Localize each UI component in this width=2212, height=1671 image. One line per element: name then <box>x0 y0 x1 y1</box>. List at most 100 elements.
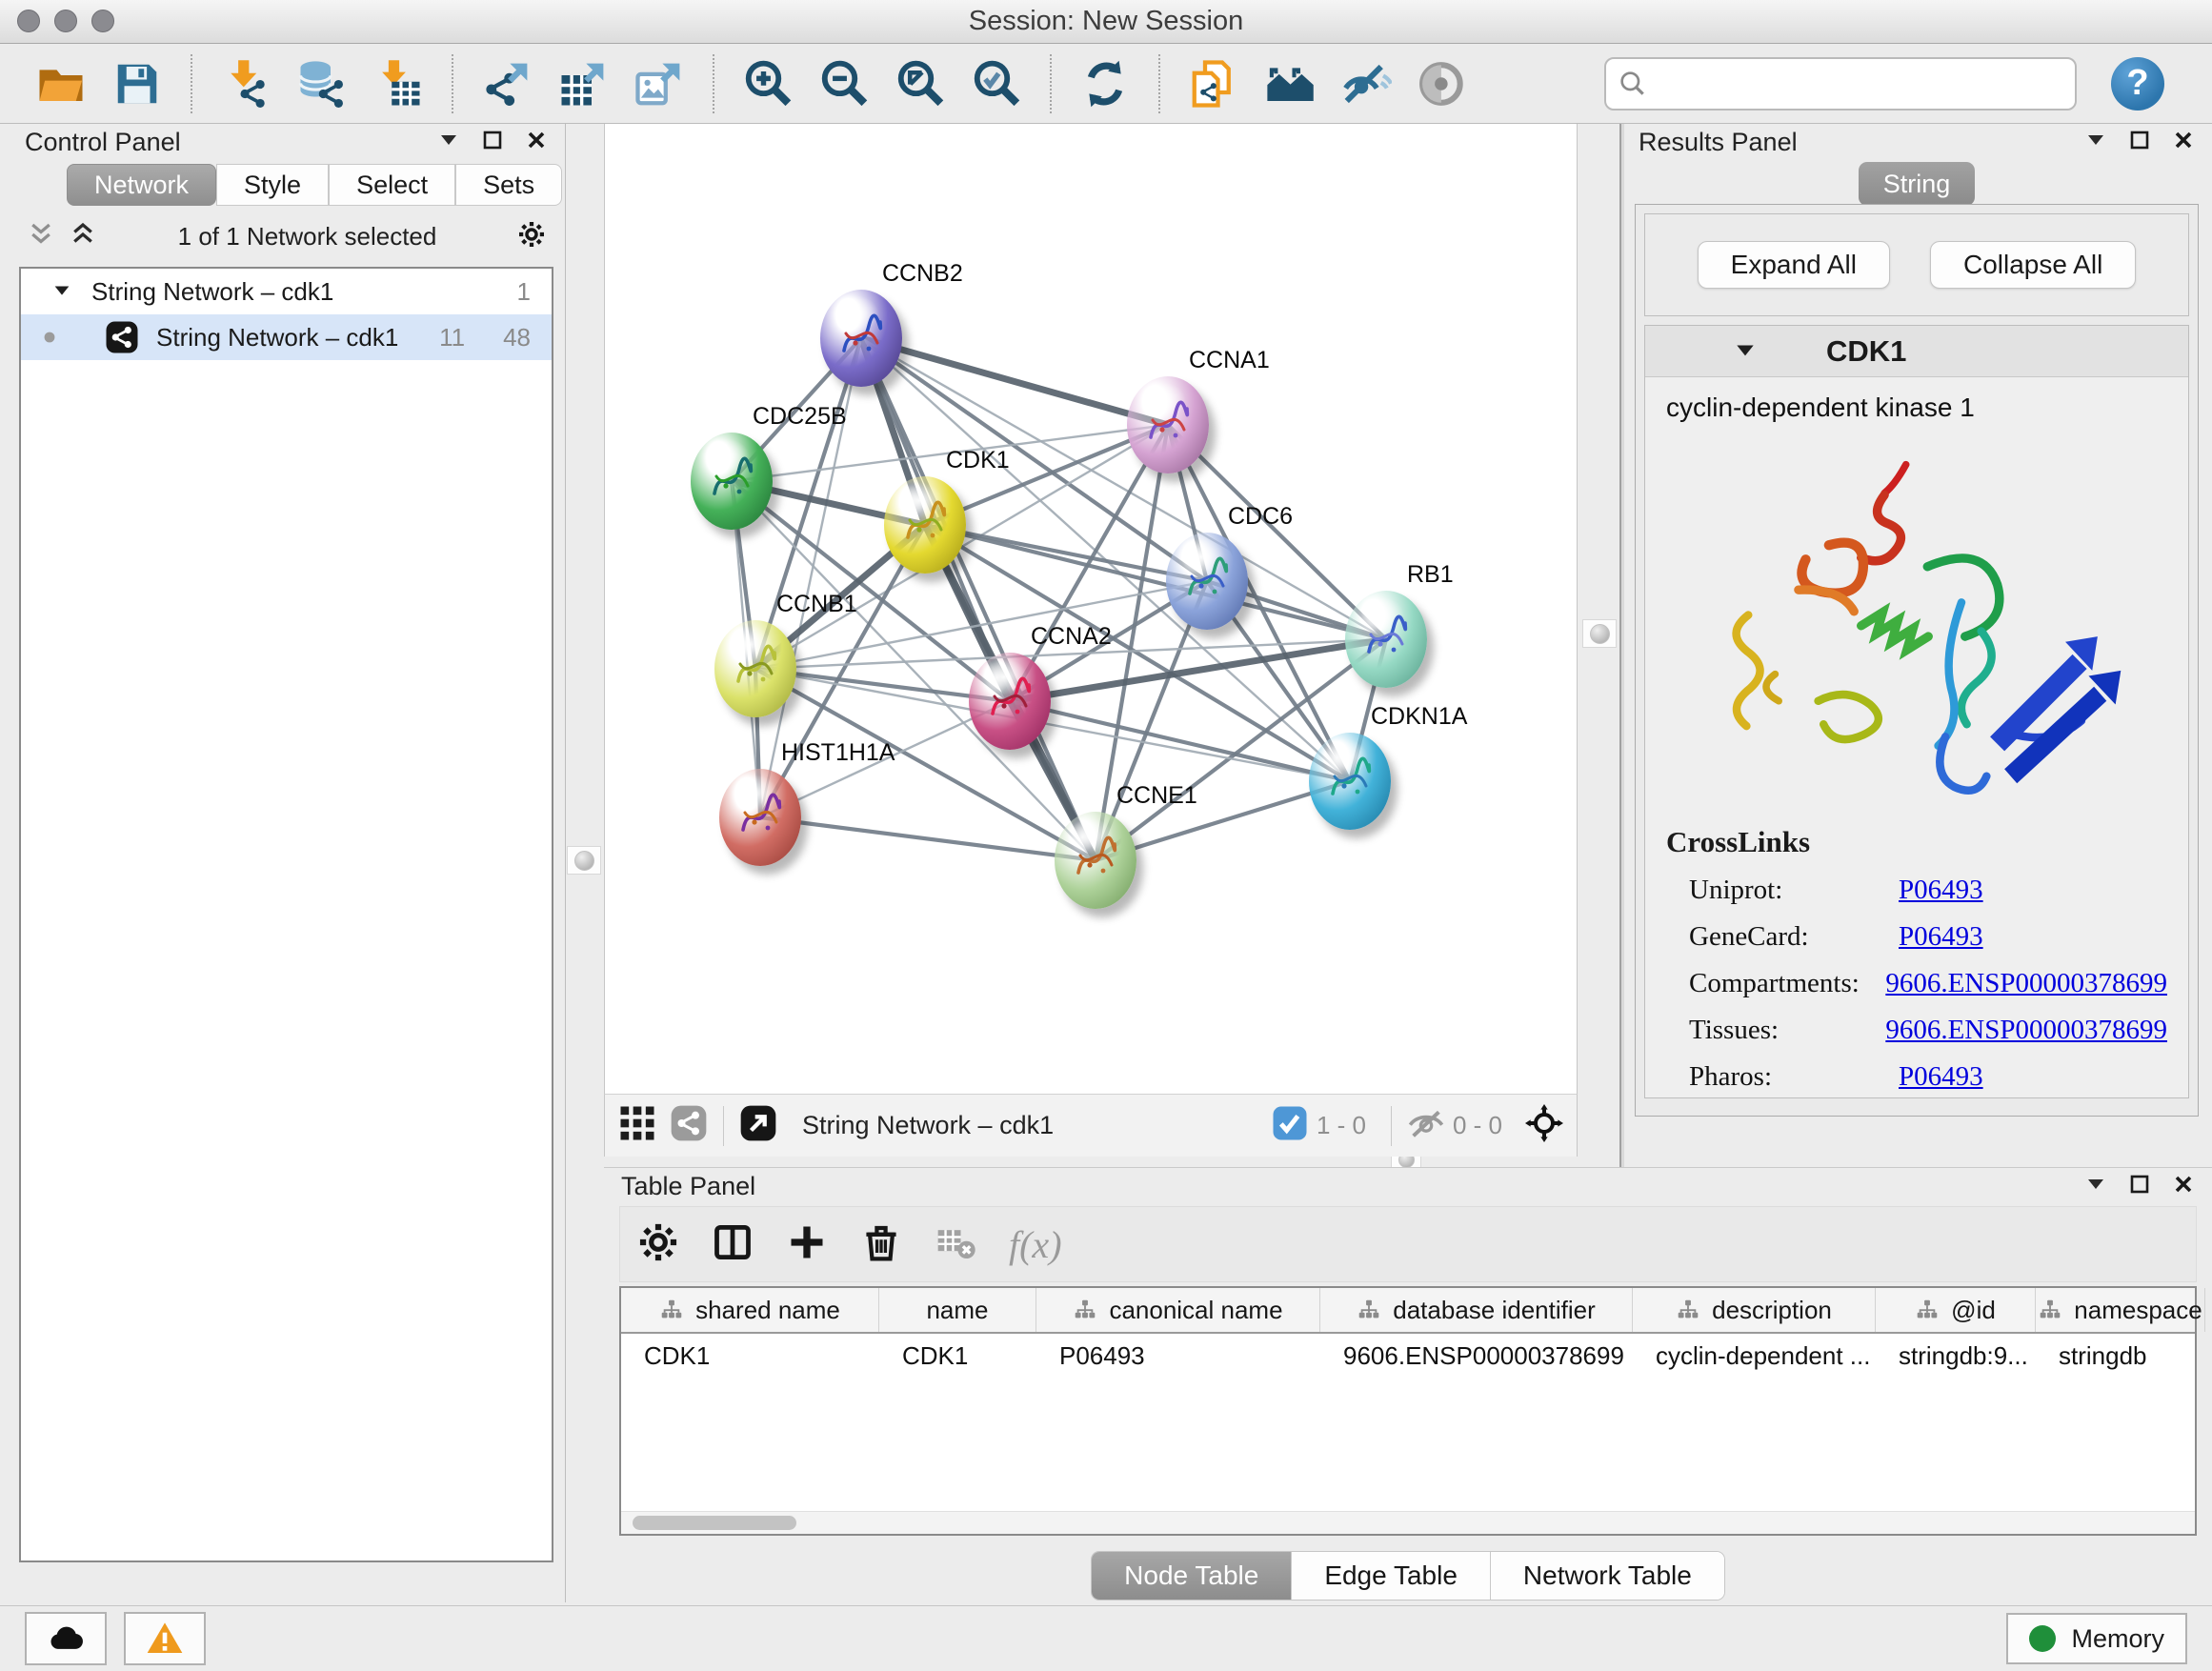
table-cell[interactable]: P06493 <box>1036 1341 1320 1371</box>
section-expander-icon[interactable] <box>1733 339 1758 364</box>
table-cell[interactable]: stringdb:9... <box>1876 1341 2036 1371</box>
collapse-all-button[interactable]: Collapse All <box>1930 241 2136 289</box>
table-horizontal-scrollbar[interactable] <box>621 1511 2195 1534</box>
tab-network[interactable]: Network <box>67 164 216 206</box>
table-cell[interactable]: cyclin-dependent ... <box>1633 1341 1876 1371</box>
scrollbar-thumb[interactable] <box>633 1516 796 1530</box>
table-cell[interactable]: CDK1 <box>879 1341 1036 1371</box>
minimize-window-button[interactable] <box>54 10 77 32</box>
network-collection-row[interactable]: String Network – cdk1 1 <box>21 269 552 314</box>
table-cell[interactable]: CDK1 <box>621 1341 879 1371</box>
control-panel-close-icon[interactable] <box>525 129 548 156</box>
memory-status-dot <box>2029 1625 2056 1652</box>
table-cell[interactable]: 9606.ENSP00000378699 <box>1320 1341 1633 1371</box>
network-node-cdc6[interactable] <box>1166 533 1248 630</box>
zoom-fit-content-icon[interactable] <box>893 56 948 111</box>
network-badge-icon[interactable] <box>670 1104 708 1147</box>
results-panel-close-icon[interactable] <box>2172 129 2195 156</box>
expander-triangle-icon[interactable] <box>51 281 72 302</box>
help-button[interactable]: ? <box>2111 57 2164 111</box>
apply-preferred-layout-icon[interactable] <box>1077 56 1133 111</box>
results-panel-menu-icon[interactable] <box>2084 129 2107 156</box>
show-columns-icon[interactable] <box>712 1221 754 1268</box>
network-node-ccnb1[interactable] <box>714 620 796 717</box>
export-image-icon[interactable] <box>632 56 687 111</box>
first-neighbors-icon[interactable] <box>1262 56 1317 111</box>
open-file-icon[interactable] <box>33 56 89 111</box>
network-options-gear-icon[interactable] <box>517 220 546 253</box>
right-splitter-grip[interactable] <box>1582 619 1617 648</box>
network-canvas[interactable]: CCNB2 CCNA1 CDC25B CDK1 CDC6 RB1 CCNB1 C… <box>604 124 1578 1094</box>
table-cell[interactable]: stringdb <box>2036 1341 2205 1371</box>
network-node-ccna2[interactable] <box>969 653 1051 750</box>
tab-edge-table[interactable]: Edge Table <box>1292 1552 1491 1600</box>
network-node-ccnb2[interactable] <box>820 290 902 387</box>
zoom-selected-icon[interactable] <box>969 56 1024 111</box>
column-header-description[interactable]: description <box>1633 1288 1876 1332</box>
birdseye-crosshair-icon[interactable] <box>1525 1104 1563 1147</box>
zoom-in-icon[interactable] <box>740 56 795 111</box>
column-header-namespace[interactable]: namespace <box>2036 1288 2205 1332</box>
crosslink-link[interactable]: 9606.ENSP00000378699 <box>1885 1015 2167 1046</box>
column-header-canonical-name[interactable]: canonical name <box>1036 1288 1320 1332</box>
crosslink-link[interactable]: P06493 <box>1899 875 1983 906</box>
network-node-cdk1[interactable] <box>884 476 966 574</box>
open-in-new-window-icon[interactable] <box>739 1104 777 1147</box>
results-panel-float-icon[interactable] <box>2128 129 2151 156</box>
network-node-ccne1[interactable] <box>1055 812 1136 909</box>
control-panel-menu-icon[interactable] <box>437 129 460 156</box>
tab-node-table[interactable]: Node Table <box>1092 1552 1292 1600</box>
table-panel-close-icon[interactable] <box>2172 1173 2195 1200</box>
warnings-button[interactable] <box>124 1612 206 1665</box>
expand-all-button[interactable]: Expand All <box>1698 241 1890 289</box>
network-node-cdc25b[interactable] <box>691 433 773 530</box>
cloud-status-button[interactable] <box>25 1612 107 1665</box>
control-panel-float-icon[interactable] <box>481 129 504 156</box>
column-header-shared-name[interactable]: shared name <box>621 1288 879 1332</box>
table-panel-menu-icon[interactable] <box>2084 1173 2107 1200</box>
network-row-selected[interactable]: String Network – cdk1 1148 <box>21 314 552 360</box>
expand-all-networks-icon[interactable] <box>69 220 97 253</box>
table-row[interactable]: CDK1CDK1P064939606.ENSP00000378699cyclin… <box>621 1334 2195 1378</box>
import-network-from-database-icon[interactable] <box>294 56 350 111</box>
save-session-icon[interactable] <box>110 56 165 111</box>
zoom-out-icon[interactable] <box>816 56 872 111</box>
collapse-all-networks-icon[interactable] <box>27 220 55 253</box>
export-network-icon[interactable] <box>479 56 534 111</box>
hide-selected-icon[interactable] <box>1338 56 1394 111</box>
network-node-ccna1[interactable] <box>1127 376 1209 473</box>
tab-network-table[interactable]: Network Table <box>1491 1552 1724 1600</box>
tab-style[interactable]: Style <box>216 164 329 206</box>
selected-checkbox-icon[interactable] <box>1271 1104 1309 1147</box>
network-node-hist1h1a[interactable] <box>719 769 801 866</box>
import-table-from-file-icon[interactable] <box>371 56 426 111</box>
add-column-icon[interactable] <box>786 1221 828 1268</box>
export-table-icon[interactable] <box>555 56 611 111</box>
gene-section-header[interactable]: CDK1 <box>1645 326 2188 377</box>
table-settings-gear-icon[interactable] <box>637 1221 679 1268</box>
crosslink-link[interactable]: P06493 <box>1899 921 1983 953</box>
table-panel-float-icon[interactable] <box>2128 1173 2151 1200</box>
search-input[interactable] <box>1656 69 2063 98</box>
network-node-rb1[interactable] <box>1345 591 1427 688</box>
hidden-eye-icon[interactable] <box>1407 1104 1445 1147</box>
column-header--id[interactable]: @id <box>1876 1288 2036 1332</box>
memory-button[interactable]: Memory <box>2006 1613 2187 1664</box>
network-node-cdkn1a[interactable] <box>1309 733 1391 830</box>
crosslink-link[interactable]: P06493 <box>1899 1061 1983 1093</box>
column-header-name[interactable]: name <box>879 1288 1036 1332</box>
grid-view-icon[interactable] <box>618 1104 656 1147</box>
import-network-from-file-icon[interactable] <box>218 56 273 111</box>
close-window-button[interactable] <box>17 10 40 32</box>
column-header-database-identifier[interactable]: database identifier <box>1320 1288 1633 1332</box>
tab-string[interactable]: String <box>1859 162 1975 206</box>
zoom-window-button[interactable] <box>91 10 114 32</box>
new-network-from-selection-icon[interactable] <box>1186 56 1241 111</box>
tab-select[interactable]: Select <box>329 164 455 206</box>
show-all-icon[interactable] <box>1415 56 1470 111</box>
delete-column-trash-icon[interactable] <box>860 1221 902 1268</box>
search-box[interactable] <box>1604 57 2077 111</box>
tab-sets[interactable]: Sets <box>455 164 562 206</box>
left-splitter-grip[interactable] <box>567 846 601 875</box>
crosslink-link[interactable]: 9606.ENSP00000378699 <box>1885 968 2167 999</box>
